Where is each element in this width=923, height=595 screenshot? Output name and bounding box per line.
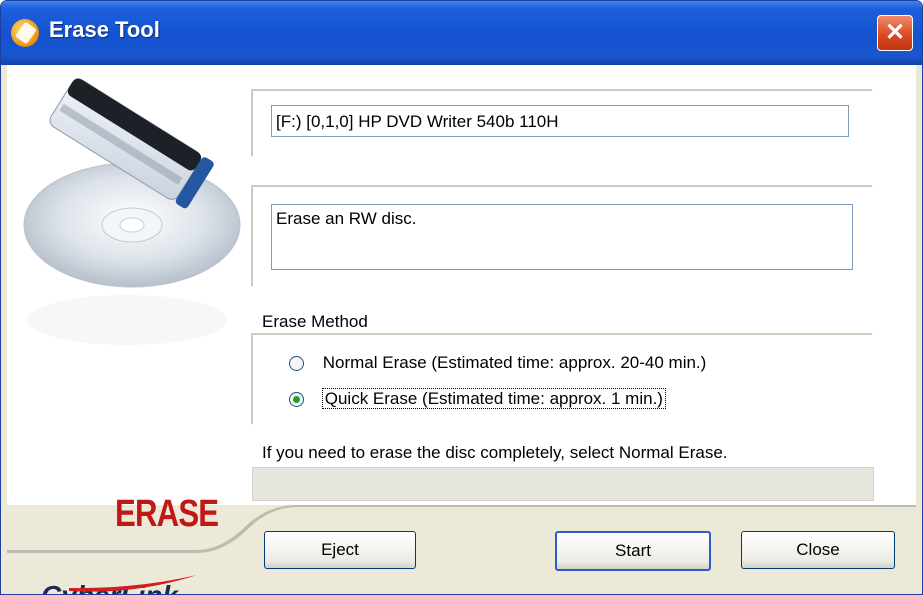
normal-erase-option[interactable]: Normal Erase (Estimated time: approx. 20… [289, 353, 706, 373]
close-window-button[interactable]: ✕ [877, 15, 913, 51]
close-icon: ✕ [884, 19, 906, 46]
close-button[interactable]: Close [741, 531, 895, 569]
cyberlink-swoosh-icon [69, 575, 197, 592]
erase-tool-window: Erase Tool ✕ ERASE [F:) [0,1,0] HP DVD W… [0, 0, 923, 595]
normal-erase-radio[interactable] [289, 356, 304, 372]
drive-field[interactable]: [F:) [0,1,0] HP DVD Writer 540b 110H [271, 105, 849, 137]
hint-text: If you need to erase the disc completely… [262, 443, 728, 462]
erase-method-group [251, 333, 873, 425]
progress-bar [252, 467, 874, 501]
quick-erase-label: Quick Erase (Estimated time: approx. 1 m… [321, 388, 666, 409]
window-title: Erase Tool [49, 17, 160, 42]
start-button[interactable]: Start [555, 531, 711, 571]
eject-button[interactable]: Eject [264, 531, 416, 569]
erase-method-label: Erase Method [262, 312, 368, 331]
dialog-body: ERASE [F:) [0,1,0] HP DVD Writer 540b 11… [7, 65, 916, 594]
erase-logo: ERASE [115, 493, 219, 535]
title-bar[interactable]: Erase Tool ✕ [1, 1, 922, 65]
description-field[interactable]: Erase an RW disc. [271, 204, 853, 270]
quick-erase-radio[interactable] [289, 392, 304, 408]
normal-erase-label: Normal Erase (Estimated time: approx. 20… [322, 353, 707, 372]
quick-erase-option[interactable]: Quick Erase (Estimated time: approx. 1 m… [289, 388, 666, 409]
app-icon [11, 19, 39, 47]
